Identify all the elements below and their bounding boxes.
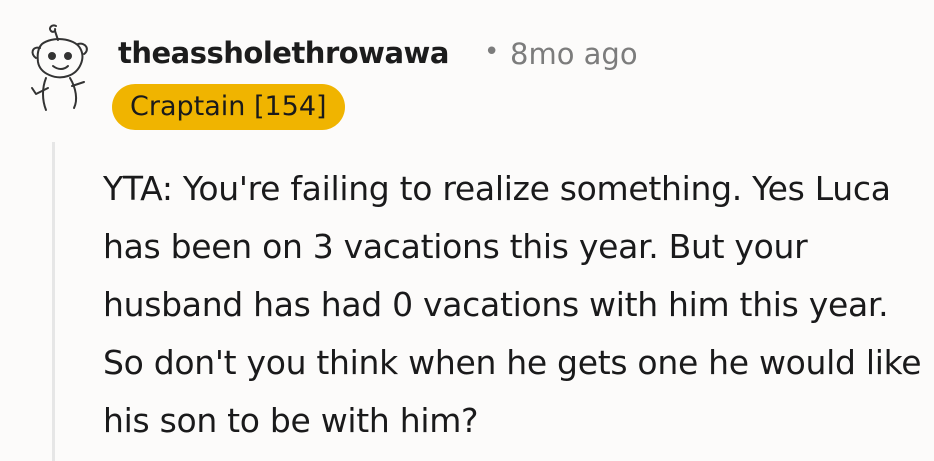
thread-collapse-line[interactable] (52, 142, 55, 461)
snoo-avatar-icon[interactable] (22, 22, 94, 114)
user-flair-badge: Craptain [154] (112, 84, 345, 130)
timestamp[interactable]: 8mo ago (510, 37, 638, 71)
separator-dot: • (484, 37, 500, 67)
username-link[interactable]: theassholethrowawa (118, 36, 449, 70)
comment-body: YTA: You're failing to realize something… (103, 169, 922, 440)
comment: theassholethrowawa • 8mo ago Craptain [1… (0, 0, 934, 461)
